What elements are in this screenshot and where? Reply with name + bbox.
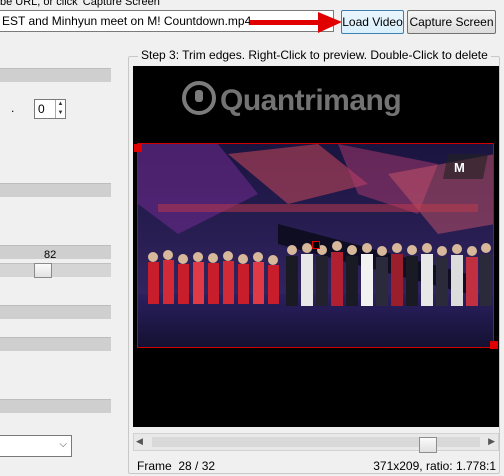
stepper-value: 0 — [38, 102, 45, 116]
trim-handle-bottom-right[interactable] — [490, 341, 498, 349]
scroll-left-icon[interactable]: ◀ — [136, 436, 143, 447]
lightbulb-icon — [182, 81, 216, 115]
m-countdown-logo: M — [443, 154, 488, 179]
settings-bar — [0, 305, 111, 319]
settings-bar — [0, 337, 111, 351]
spin-arrows-icon[interactable]: ▲ ▼ — [55, 100, 65, 118]
watermark-logo: Quantrimang — [180, 78, 410, 122]
top-hint-text: be URL, or click 'Capture Screen' — [0, 0, 162, 8]
scroll-thumb[interactable] — [419, 437, 437, 453]
setting-label: . — [11, 101, 15, 115]
slider-value: 82 — [44, 249, 57, 261]
option-select[interactable]: ⌵ — [0, 435, 72, 457]
step3-title: Step 3: Trim edges. Right-Click to previ… — [138, 48, 491, 62]
red-arrow-icon — [250, 12, 342, 33]
capture-screen-button[interactable]: Capture Screen — [407, 10, 496, 34]
watermark-text: Quantrimang — [220, 84, 402, 117]
trim-handle-center[interactable] — [312, 241, 320, 249]
chevron-down-icon: ⌵ — [59, 439, 67, 450]
scroll-right-icon[interactable]: ▶ — [488, 436, 495, 447]
slider-track[interactable] — [0, 263, 111, 277]
number-stepper[interactable]: 0 ▲ ▼ — [34, 99, 66, 119]
scroll-track[interactable] — [152, 437, 480, 453]
svg-text:M: M — [454, 160, 465, 175]
settings-bar — [0, 399, 111, 413]
frame-counter: Frame 28 / 32 — [137, 459, 216, 473]
load-video-button[interactable]: Load Video — [341, 10, 404, 34]
dimensions-readout: 371x209, ratio: 1.778:1 — [373, 459, 496, 473]
frame-scrollbar[interactable]: ◀ ▶ — [133, 433, 499, 453]
settings-bar — [0, 68, 111, 82]
slider-thumb[interactable] — [34, 263, 52, 278]
settings-bar — [0, 183, 111, 197]
trim-handle-top-left[interactable] — [134, 144, 142, 152]
